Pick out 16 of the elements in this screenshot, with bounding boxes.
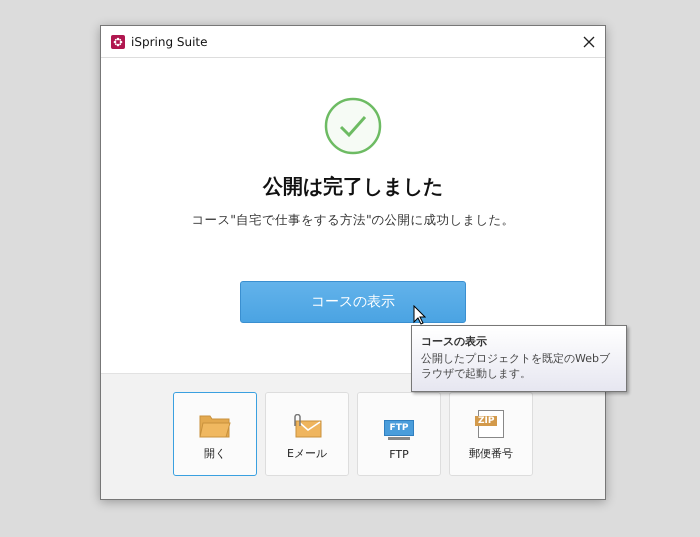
action-tile[interactable]: FTP FTP [357,392,441,476]
close-icon[interactable] [583,36,595,48]
success-message: コース"自宅で仕事をする方法"の公開に成功しました。 [191,212,515,229]
app-logo-icon [111,34,125,48]
action-tile[interactable]: Eメール [265,392,349,476]
tooltip-text: 公開したプロジェクトを既定のWebブラウザで起動します。 [421,352,612,382]
tooltip-title: コースの表示 [421,334,488,349]
envelope-icon [292,414,322,438]
window-title: iSpring Suite [131,34,209,48]
action-tile[interactable]: ZIP 郵便番号 [449,392,533,476]
action-tile[interactable]: 開く [173,392,257,476]
mouse-cursor-icon [413,305,426,325]
folder-icon [199,414,231,438]
success-heading: 公開は完了しました [263,173,443,200]
checkmark-icon [324,97,382,155]
zip-file-icon: ZIP [478,410,504,438]
